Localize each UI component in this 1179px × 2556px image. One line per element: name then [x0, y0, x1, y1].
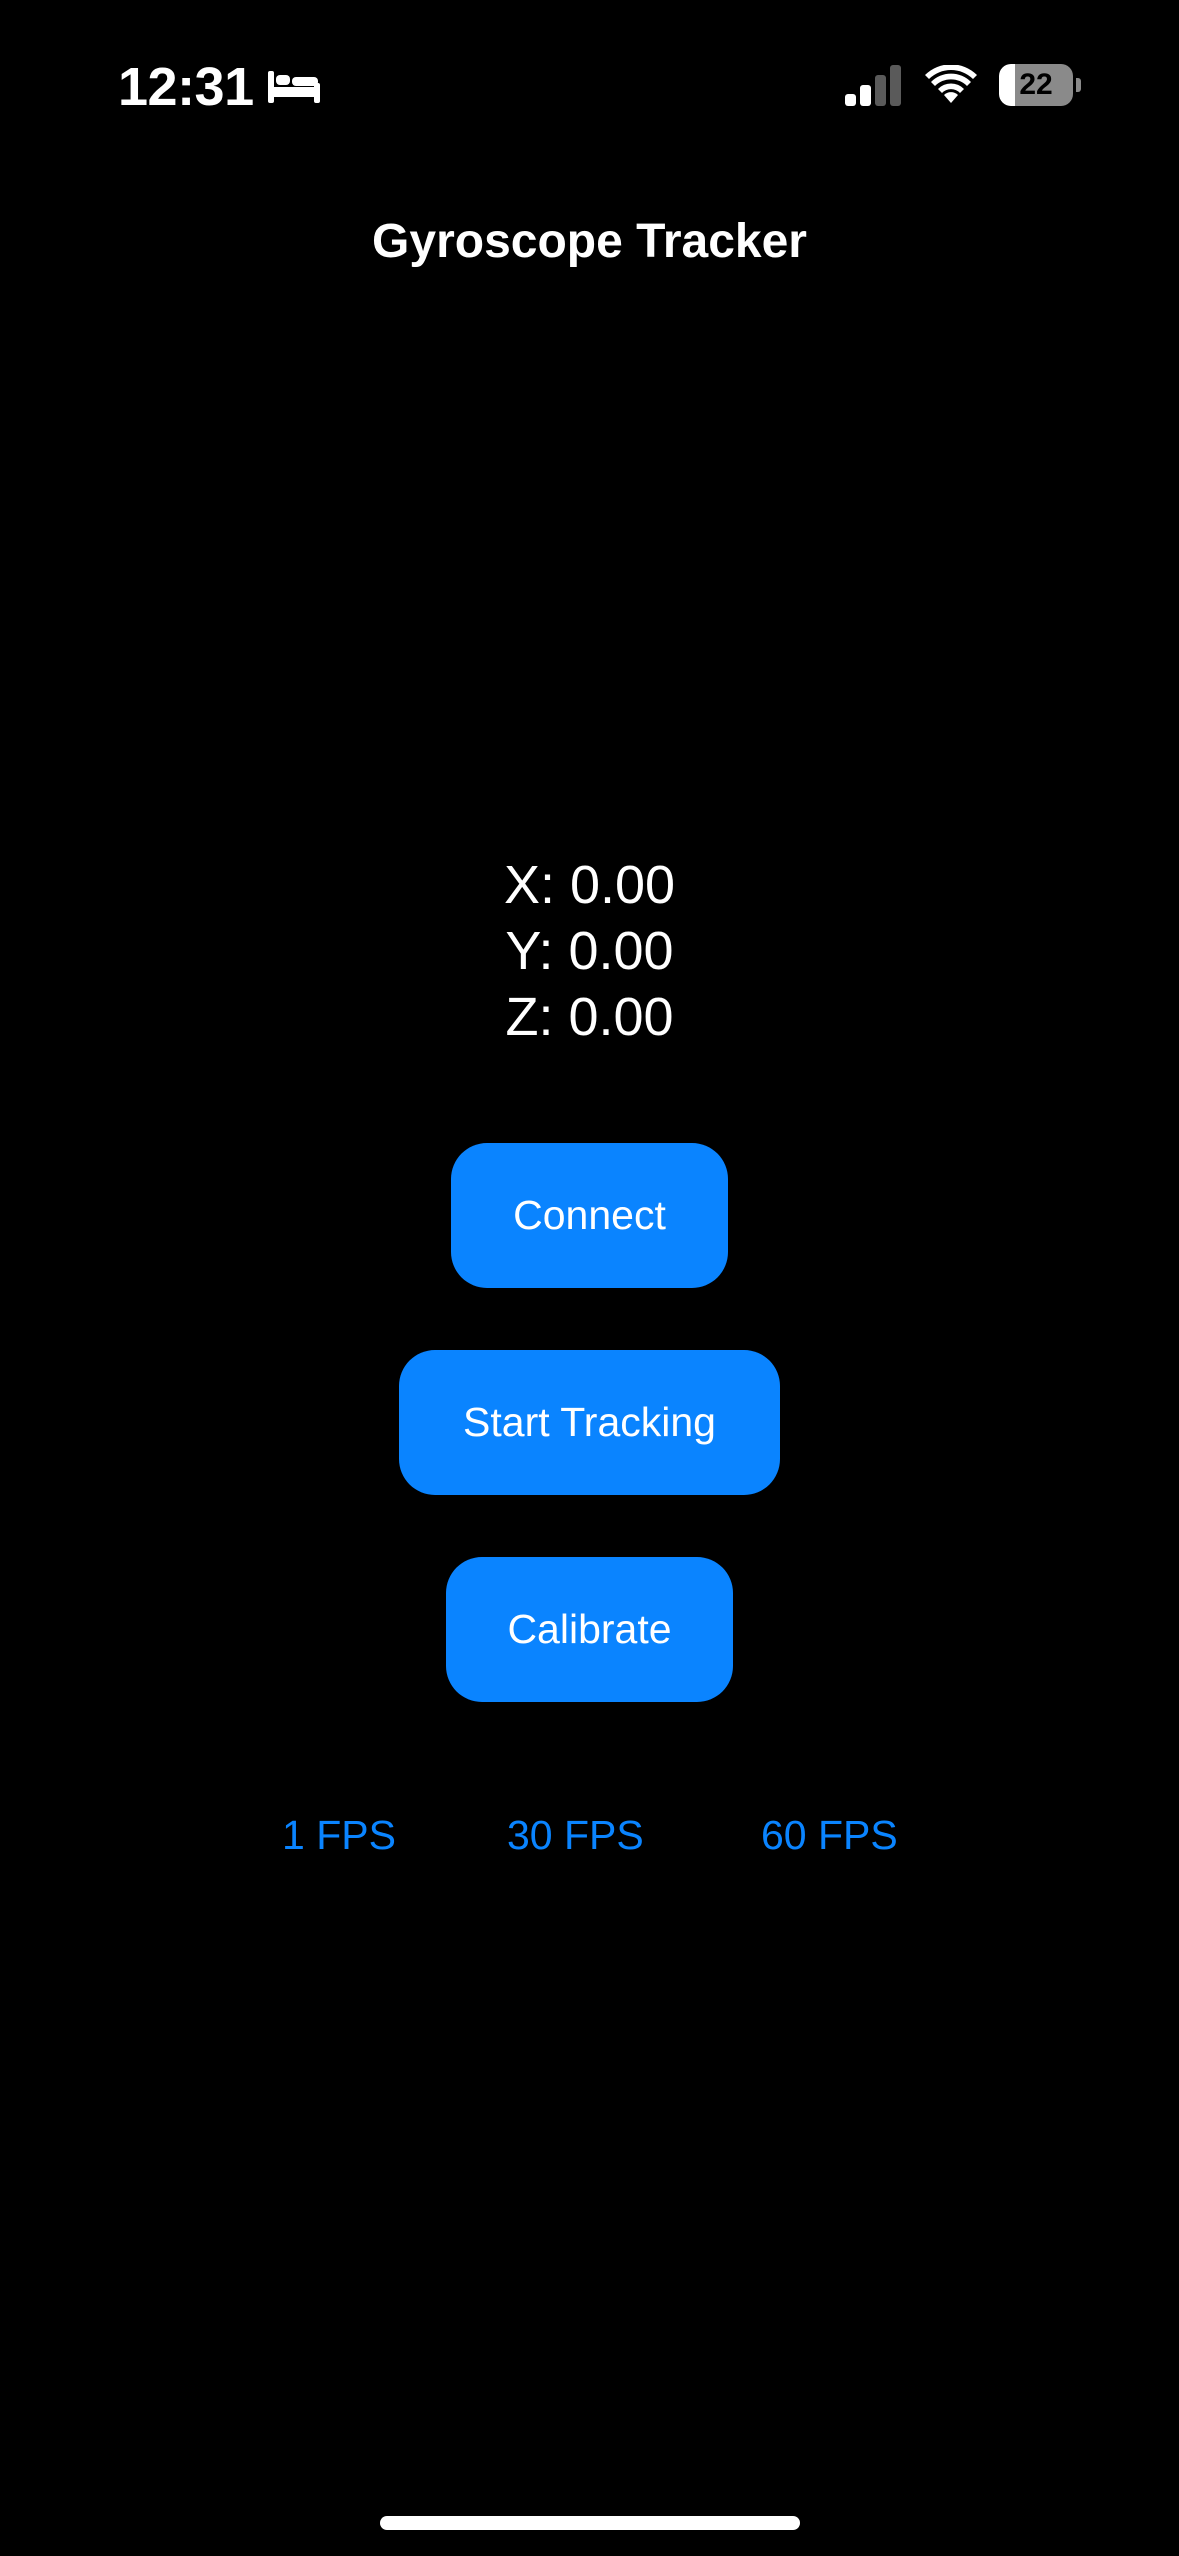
readout-y: Y: 0.00: [505, 921, 674, 981]
battery-tip: [1076, 78, 1081, 92]
readout-x: X: 0.00: [503, 855, 676, 915]
status-indicators: 22: [843, 60, 1081, 110]
wifi-icon: [925, 65, 977, 103]
home-indicator[interactable]: [380, 2516, 800, 2530]
page-title: Gyroscope Tracker: [372, 215, 807, 268]
battery-percent: 22: [1019, 68, 1053, 101]
cellular-signal-icon: [845, 65, 901, 106]
status-time: 12:31: [118, 57, 254, 117]
readout-z: Z: 0.00: [505, 987, 674, 1047]
battery-icon: 22: [999, 64, 1081, 106]
fps-selector: 1 FPS 30 FPS 60 FPS: [0, 1805, 1179, 1865]
gyro-readouts: X: 0.00 Y: 0.00 Z: 0.00: [0, 852, 1179, 1050]
status-time-group: 12:31: [118, 52, 322, 122]
connect-button[interactable]: Connect: [451, 1143, 728, 1288]
bed-icon: [267, 71, 320, 103]
status-bar: 12:31 22: [0, 0, 1179, 160]
fps-option-30[interactable]: 30 FPS: [507, 1805, 644, 1865]
fps-option-60[interactable]: 60 FPS: [761, 1805, 898, 1865]
battery-body: 22: [999, 64, 1073, 106]
fps-option-1[interactable]: 1 FPS: [282, 1805, 396, 1865]
start-tracking-button[interactable]: Start Tracking: [399, 1350, 780, 1495]
calibrate-button[interactable]: Calibrate: [446, 1557, 733, 1702]
